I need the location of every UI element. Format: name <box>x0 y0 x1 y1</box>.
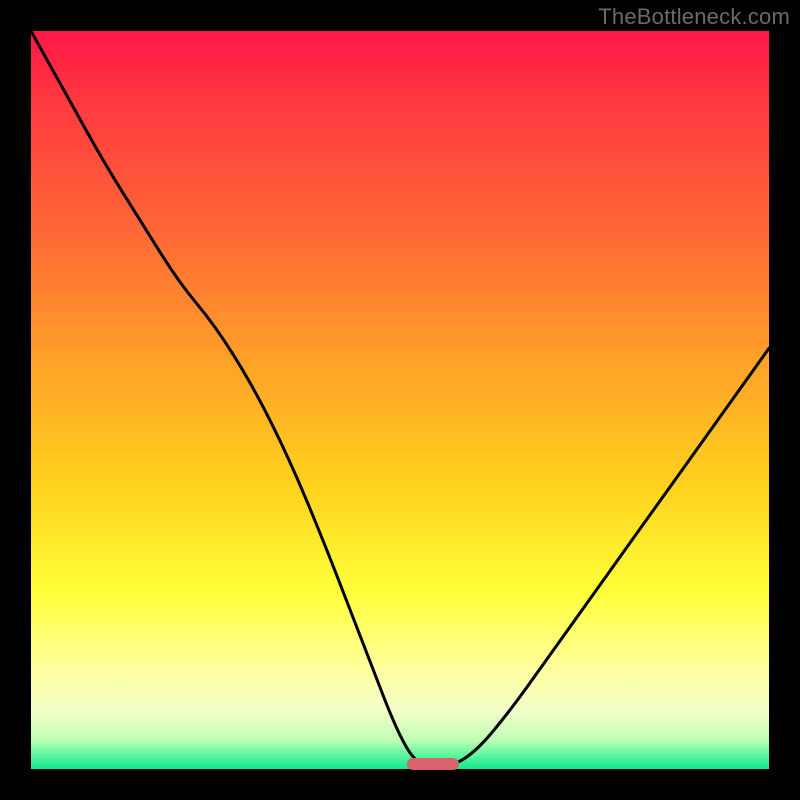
bottleneck-curve <box>31 31 769 769</box>
chart-frame: TheBottleneck.com <box>0 0 800 800</box>
curve-path <box>31 31 769 769</box>
plot-area <box>31 31 769 769</box>
minimum-marker <box>407 758 459 770</box>
watermark-text: TheBottleneck.com <box>598 4 790 30</box>
